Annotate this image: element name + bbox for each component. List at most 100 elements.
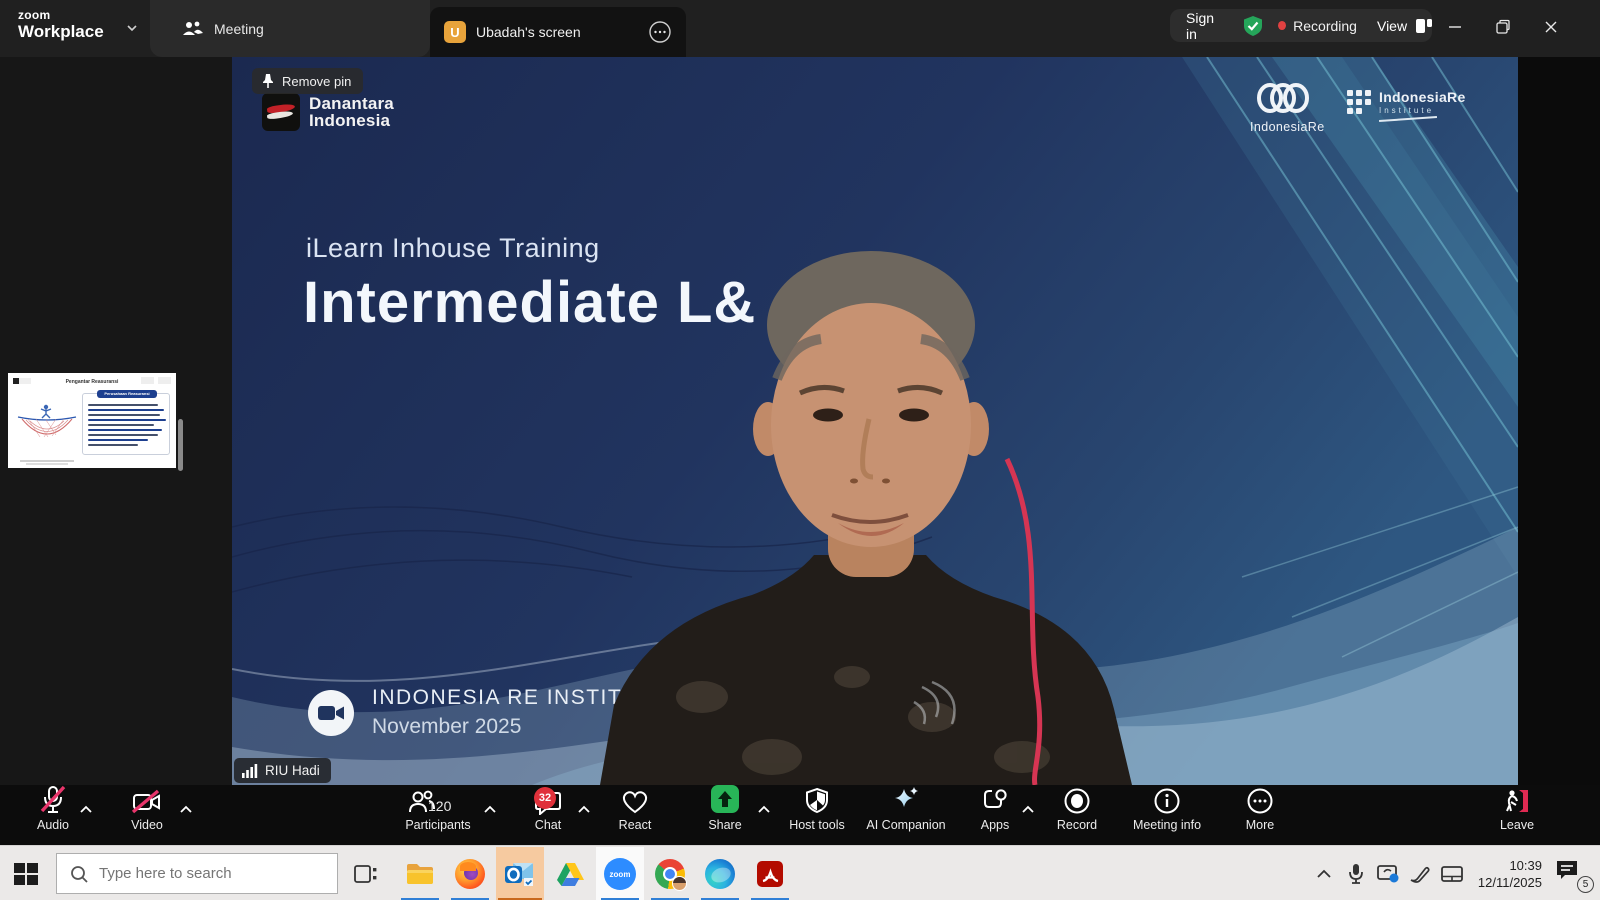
windows-start-button[interactable] (12, 860, 40, 888)
more-button[interactable]: More (1232, 785, 1288, 845)
audio-options-chevron-icon[interactable] (78, 803, 94, 821)
stage-right-gutter (1518, 57, 1600, 785)
taskbar-clock[interactable]: 10:39 12/11/2025 (1478, 857, 1542, 891)
share-chevron-icon[interactable] (756, 803, 772, 821)
window-titlebar: zoom Workplace Meeting U Ubadah's screen… (0, 0, 1600, 57)
adobe-acrobat-taskbar-icon[interactable] (746, 847, 794, 900)
leave-label: Leave (1500, 818, 1534, 832)
thumbnail-box-title: Perusahaan Reasuransi (97, 390, 157, 398)
microphone-muted-icon (39, 785, 67, 815)
ai-companion-label: AI Companion (866, 818, 945, 832)
participants-label: Participants (405, 818, 470, 832)
search-input[interactable] (99, 865, 319, 882)
edge-taskbar-icon[interactable] (696, 847, 744, 900)
tray-screen-share-icon[interactable] (1372, 858, 1404, 890)
tray-pen-icon[interactable] (1404, 858, 1436, 890)
brand-workplace-label: Workplace (18, 22, 104, 42)
zoom-workplace-logo: zoom Workplace (18, 8, 104, 42)
clock-date: 12/11/2025 (1478, 874, 1542, 891)
meeting-toolbar: Audio Video 120 Participants (0, 785, 1600, 845)
view-layout-icon[interactable] (1414, 17, 1432, 35)
apps-button[interactable]: Apps (968, 785, 1022, 845)
workspace-chevron-down-icon[interactable] (124, 20, 140, 41)
video-options-chevron-icon[interactable] (178, 803, 194, 821)
thumbnail-caption-line2 (26, 463, 68, 465)
tray-show-hidden-icons[interactable] (1308, 858, 1340, 890)
notification-center-button[interactable]: 5 (1554, 858, 1592, 890)
people-icon (182, 20, 204, 38)
remove-pin-label: Remove pin (282, 74, 351, 89)
record-icon (1063, 787, 1091, 815)
view-button[interactable]: View (1377, 18, 1407, 34)
video-filmstrip-panel: Pengantar Reasuransi Perusahaan Reasuran… (0, 57, 232, 785)
host-tools-label: Host tools (789, 818, 845, 832)
zoom-taskbar-icon[interactable]: zoom (596, 847, 644, 900)
notification-count-badge: 5 (1577, 876, 1594, 893)
apps-label: Apps (981, 818, 1010, 832)
participants-button[interactable]: 120 Participants (398, 785, 478, 845)
tray-touchpad-icon[interactable] (1436, 858, 1468, 890)
thumbnail-tightrope-illustration (16, 403, 78, 443)
notification-icon (1554, 858, 1580, 884)
share-label: Share (708, 818, 741, 832)
host-tools-shield-icon (804, 787, 830, 815)
camera-off-icon (131, 789, 163, 815)
tray-microphone-icon[interactable] (1340, 858, 1372, 890)
leave-button[interactable]: Leave (1488, 785, 1546, 845)
info-icon (1153, 787, 1181, 815)
system-tray: 10:39 12/11/2025 5 (1308, 846, 1600, 900)
shared-screen-thumbnail[interactable]: Pengantar Reasuransi Perusahaan Reasuran… (8, 373, 176, 468)
presenter-video-person (232, 57, 1518, 785)
participants-count: 120 (428, 798, 451, 814)
share-button[interactable]: Share (697, 785, 753, 845)
participants-chevron-icon[interactable] (482, 803, 498, 821)
titlebar-status-cluster: Sign in Recording View (1170, 9, 1432, 42)
connection-signal-icon (242, 764, 258, 778)
participant-name-badge: RIU Hadi (234, 758, 331, 783)
record-label: Record (1057, 818, 1097, 832)
task-view-button[interactable] (352, 860, 380, 888)
file-explorer-taskbar-icon[interactable] (396, 847, 444, 900)
host-tools-button[interactable]: Host tools (778, 785, 856, 845)
brand-zoom-label: zoom (18, 8, 104, 22)
chat-button[interactable]: 32 Chat (520, 785, 576, 845)
more-label: More (1246, 818, 1274, 832)
zoom-app-circle: zoom (604, 858, 636, 890)
security-shield-icon[interactable] (1242, 15, 1262, 37)
react-label: React (619, 818, 652, 832)
apps-icon (981, 787, 1009, 815)
chat-chevron-icon[interactable] (576, 803, 592, 821)
filmstrip-scrollbar[interactable] (178, 419, 183, 471)
react-button[interactable]: React (606, 785, 664, 845)
clock-time: 10:39 (1478, 857, 1542, 874)
taskbar-search[interactable] (56, 853, 338, 894)
tab-options-ellipsis-icon[interactable] (648, 20, 672, 44)
ai-companion-button[interactable]: AI Companion (856, 785, 956, 845)
sign-in-button[interactable]: Sign in (1186, 10, 1224, 42)
leave-door-icon (1502, 787, 1532, 815)
tab-meeting[interactable]: Meeting (150, 0, 430, 57)
record-button[interactable]: Record (1046, 785, 1108, 845)
meeting-info-label: Meeting info (1133, 818, 1201, 832)
audio-label: Audio (37, 818, 69, 832)
meeting-info-button[interactable]: Meeting info (1124, 785, 1210, 845)
thumbnail-caption-line (20, 460, 74, 462)
zoom-meeting-window: zoom Workplace Meeting U Ubadah's screen… (0, 0, 1600, 900)
close-button[interactable] (1534, 12, 1568, 42)
minimize-button[interactable] (1438, 12, 1472, 42)
video-button[interactable]: Video (118, 785, 176, 845)
restore-button[interactable] (1486, 12, 1520, 42)
chat-label: Chat (535, 818, 561, 832)
video-label: Video (131, 818, 163, 832)
outlook-taskbar-icon[interactable] (496, 847, 544, 900)
chrome-taskbar-icon[interactable] (646, 847, 694, 900)
share-screen-icon (709, 783, 741, 815)
chat-unread-badge: 32 (534, 787, 556, 809)
remove-pin-button[interactable]: Remove pin (252, 68, 363, 94)
google-drive-taskbar-icon[interactable] (546, 847, 594, 900)
apps-chevron-icon[interactable] (1020, 803, 1036, 821)
audio-button[interactable]: Audio (24, 785, 82, 845)
firefox-taskbar-icon[interactable] (446, 847, 494, 900)
pinned-video-stage: Danantara Indonesia iLearn Inhouse Train… (232, 57, 1518, 785)
tab-ubadah-screen[interactable]: U Ubadah's screen (430, 7, 686, 57)
